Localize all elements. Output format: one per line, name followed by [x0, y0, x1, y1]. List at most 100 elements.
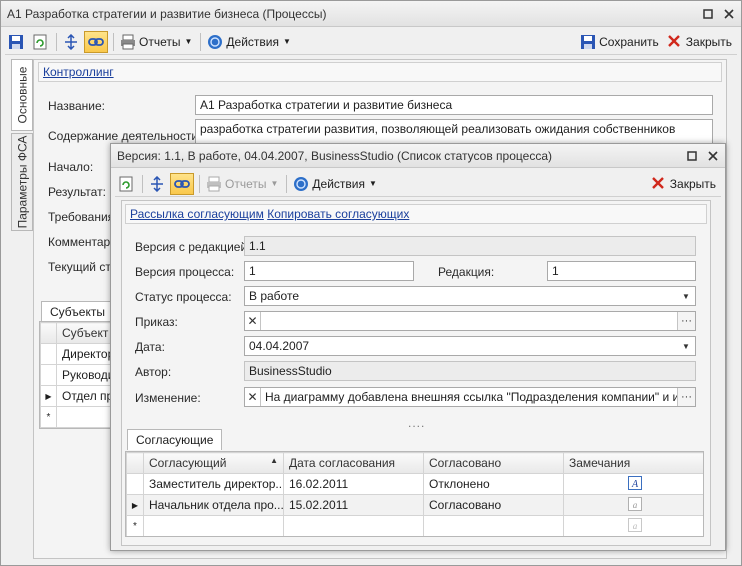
dialog-title: Версия: 1.1, В работе, 04.04.2007, Busin… — [117, 148, 552, 163]
link-button[interactable] — [84, 30, 108, 53]
tab-basic[interactable]: Основные — [11, 59, 33, 131]
tab-approvers[interactable]: Согласующие — [127, 429, 223, 450]
printer-icon — [121, 34, 135, 49]
table-row[interactable]: Руководит — [40, 364, 118, 386]
refresh-button[interactable] — [29, 31, 51, 53]
toolbar-separator — [199, 174, 200, 193]
order-field[interactable]: ✕ ··· — [244, 311, 696, 331]
table-row[interactable]: Заместитель директор... 16.02.2011 Откло… — [126, 473, 703, 495]
date-picker[interactable]: 04.04.2007 ▼ — [244, 336, 696, 356]
restore-icon — [703, 8, 713, 19]
close-button[interactable]: Закрыть — [664, 31, 735, 53]
tab-subjects[interactable]: Субъекты — [41, 301, 114, 322]
svg-text:a: a — [632, 500, 637, 510]
dialog-refresh-button[interactable] — [115, 173, 137, 195]
clear-icon[interactable]: ✕ — [245, 388, 261, 406]
splitter-handle[interactable]: .... — [408, 416, 425, 430]
version-edit-field: 1.1 — [244, 236, 696, 256]
col-approved[interactable]: Согласовано — [423, 452, 564, 474]
mailing-link[interactable]: Рассылка согласующим — [130, 207, 264, 221]
controlling-link[interactable]: Контроллинг — [43, 65, 114, 79]
content-label: Содержание деятельности: — [48, 129, 202, 143]
chevron-down-icon: ▼ — [270, 179, 279, 188]
new-row[interactable]: * a — [126, 515, 703, 536]
new-row[interactable]: * — [40, 406, 118, 428]
remarks-empty-icon[interactable]: a — [627, 496, 642, 511]
chevron-down-icon: ▼ — [368, 179, 377, 188]
chain-link-icon — [88, 37, 104, 46]
printer-icon — [207, 176, 221, 191]
dialog-restore-button[interactable] — [683, 147, 701, 165]
change-field[interactable]: ✕ На диаграмму добавлена внешняя ссылка … — [244, 387, 696, 407]
clear-icon[interactable]: ✕ — [245, 312, 261, 330]
status-value: В работе — [249, 289, 300, 303]
table-row[interactable]: ▶ Отдел про — [40, 385, 118, 407]
dialog-link-button[interactable] — [170, 172, 194, 195]
save-label: Сохранить — [599, 34, 659, 49]
status-select[interactable]: В работе ▼ — [244, 286, 696, 306]
tab-fsa-params[interactable]: Параметры ФСА — [11, 133, 33, 231]
dialog-expand-button[interactable] — [146, 173, 168, 195]
chevron-down-icon[interactable]: ▼ — [677, 287, 695, 305]
version-edit-label: Версия с редакцией: — [135, 240, 251, 254]
actions-menu-button[interactable]: Действия ▼ — [204, 31, 294, 53]
subjects-grid: Субъект Директор Руководит ▶ Отдел про * — [39, 321, 119, 429]
tab-fsa-params-label: Параметры ФСА — [15, 135, 29, 229]
refresh-doc-icon — [33, 34, 47, 49]
tab-basic-label: Основные — [15, 66, 29, 124]
main-titlebar: А1 Разработка стратегии и развитие бизне… — [1, 1, 741, 27]
requirements-label: Требования — [48, 210, 115, 224]
col-remarks[interactable]: Замечания — [563, 452, 703, 474]
window-close-button[interactable] — [720, 5, 738, 23]
dialog-actions-menu-button[interactable]: Действия ▼ — [290, 173, 380, 195]
globe-icon — [208, 34, 223, 49]
col-approval-date[interactable]: Дата согласования — [283, 452, 424, 474]
name-field[interactable]: А1 Разработка стратегии и развитие бизне… — [195, 95, 713, 115]
col-approver[interactable]: Согласующий ▲ — [143, 452, 284, 474]
ellipsis-icon[interactable]: ··· — [677, 388, 695, 406]
dialog-titlebar: Версия: 1.1, В работе, 04.04.2007, Busin… — [111, 144, 725, 168]
chevron-down-icon: ▼ — [184, 37, 193, 46]
chevron-down-icon[interactable]: ▼ — [677, 337, 695, 355]
row-pointer-icon: ▶ — [40, 385, 57, 407]
dialog-close-button[interactable]: Закрыть — [648, 173, 719, 195]
restore-button[interactable] — [699, 5, 717, 23]
copy-approvers-link[interactable]: Копировать согласующих — [267, 207, 409, 221]
new-row-asterisk-icon: * — [40, 406, 57, 428]
process-version-label: Версия процесса: — [135, 265, 235, 279]
close-icon — [708, 150, 718, 161]
dialog-close-label: Закрыть — [669, 176, 716, 191]
expand-arrows-icon — [151, 175, 163, 192]
toolbar-separator — [113, 32, 114, 51]
remarks-text-icon[interactable]: A — [627, 475, 642, 490]
chevron-down-icon: ▼ — [282, 37, 291, 46]
expand-arrows-icon — [65, 33, 77, 50]
dialog-window-close-button[interactable] — [704, 147, 722, 165]
toolbar-separator — [142, 174, 143, 193]
status-label: Статус процесса: — [135, 290, 232, 304]
dialog-actions-label: Действия — [312, 176, 365, 191]
dialog-toolbar: Отчеты ▼ Действия ▼ Закрыть — [115, 171, 721, 197]
reports-menu-button[interactable]: Отчеты ▼ — [117, 31, 195, 53]
dialog-reports-menu-button[interactable]: Отчеты ▼ — [203, 173, 281, 195]
author-label: Автор: — [135, 365, 172, 379]
save-icon-button[interactable] — [5, 31, 27, 53]
date-label: Дата: — [135, 340, 165, 354]
table-row[interactable]: Директор — [40, 343, 118, 365]
main-window-title: А1 Разработка стратегии и развитие бизне… — [7, 6, 327, 21]
change-label: Изменение: — [135, 391, 201, 405]
edition-field[interactable]: 1 — [547, 261, 696, 281]
dialog-reports-label: Отчеты — [225, 176, 267, 191]
save-button[interactable]: Сохранить — [577, 31, 662, 53]
ellipsis-icon[interactable]: ··· — [677, 312, 695, 330]
name-label: Название: — [48, 99, 105, 113]
comment-label: Комментари — [48, 235, 117, 249]
remarks-empty-icon[interactable]: a — [627, 517, 642, 532]
process-version-field[interactable]: 1 — [244, 261, 414, 281]
order-label: Приказ: — [135, 315, 178, 329]
content-field[interactable]: разработка стратегии развития, позволяющ… — [195, 119, 713, 145]
table-row[interactable]: ▶ Начальник отдела про... 15.02.2011 Сог… — [126, 494, 703, 516]
expand-button[interactable] — [60, 31, 82, 53]
close-label: Закрыть — [685, 34, 732, 49]
author-field: BusinessStudio — [244, 361, 696, 381]
